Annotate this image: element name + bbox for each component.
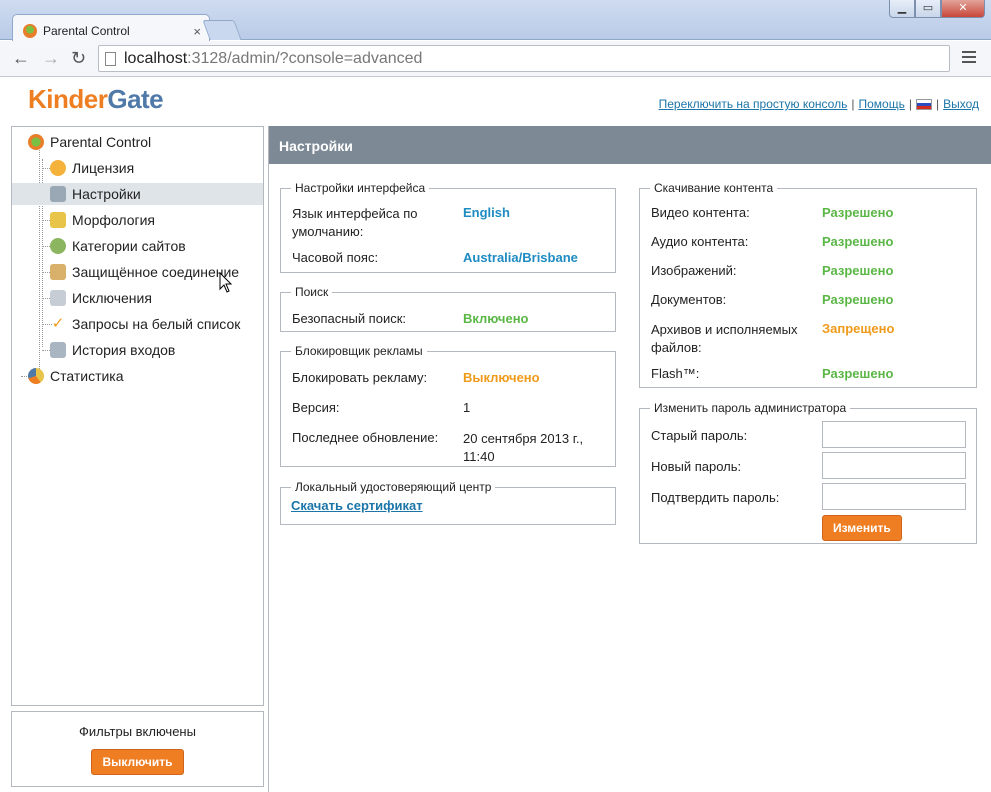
minimize-button[interactable]: ▁ [889, 0, 915, 18]
filter-status-text: Фильтры включены [79, 724, 196, 739]
license-icon [50, 160, 66, 176]
search-legend: Поиск [291, 285, 333, 299]
new-password-label: Новый пароль: [651, 459, 742, 474]
checkmark-icon: ✓ [51, 315, 65, 332]
tab-close-icon[interactable]: × [193, 24, 201, 39]
settings-content: Настройки Настройки интерфейса Язык инте… [268, 126, 991, 792]
window-titlebar: Parental Control × ▁ ▭ ✕ [0, 0, 991, 41]
safe-search-label: Безопасный поиск: [292, 311, 407, 326]
content-download-legend: Скачивание контента [650, 181, 778, 195]
morphology-icon [50, 212, 66, 228]
timezone-label: Часовой пояс: [292, 250, 379, 265]
logout-link[interactable]: Выход [943, 97, 979, 111]
hamburger-menu-icon[interactable] [962, 51, 976, 66]
address-bar[interactable]: localhost :3128/admin/?console=advanced [98, 45, 950, 72]
change-password-button[interactable]: Изменить [822, 515, 902, 541]
old-password-input[interactable] [822, 421, 966, 448]
page-icon [105, 51, 116, 66]
forward-arrow-icon[interactable]: → [42, 49, 60, 67]
interface-settings-group: Настройки интерфейса Язык интерфейса по … [280, 181, 616, 273]
flash-label: Flash™: [651, 366, 700, 381]
block-ads-value[interactable]: Выключено [463, 370, 540, 385]
last-update-value: 20 сентября 2013 г., 11:40 [463, 431, 584, 464]
version-label: Версия: [292, 400, 340, 415]
disable-filters-button[interactable]: Выключить [91, 749, 184, 775]
maximize-button[interactable]: ▭ [915, 0, 941, 18]
version-value: 1 [463, 400, 471, 415]
local-ca-legend: Локальный удостоверяющий центр [291, 480, 496, 494]
images-value[interactable]: Разрешено [822, 263, 893, 278]
content-download-group: Скачивание контента Видео контента: Разр… [639, 181, 977, 388]
tab-title: Parental Control [43, 24, 130, 38]
url-path: :3128/admin/?console=advanced [187, 49, 423, 67]
help-link[interactable]: Помощь [858, 97, 904, 111]
sidebar-item-categories[interactable]: Категории сайтов [50, 235, 263, 257]
kindergate-logo: KinderGate [28, 84, 164, 114]
page-title: Настройки [269, 126, 991, 164]
close-window-button[interactable]: ✕ [941, 0, 985, 18]
page: KinderGate Переключить на простую консол… [0, 78, 991, 792]
download-certificate-link[interactable]: Скачать сертификат [291, 498, 423, 513]
audio-label: Аудио контента: [651, 234, 749, 249]
url-host: localhost [124, 49, 188, 67]
documents-value[interactable]: Разрешено [822, 292, 893, 307]
language-value[interactable]: English [463, 205, 510, 220]
images-label: Изображений: [651, 263, 737, 278]
settings-icon [50, 186, 66, 202]
sidebar-item-settings[interactable]: Настройки [12, 183, 263, 205]
reload-icon[interactable]: ↻ [71, 49, 86, 67]
sidebar-item-statistics[interactable]: Статистика [28, 365, 124, 387]
statistics-pie-icon [28, 368, 44, 384]
exceptions-icon [50, 290, 66, 306]
video-value[interactable]: Разрешено [822, 205, 893, 220]
search-group: Поиск Безопасный поиск: Включено [280, 285, 616, 332]
confirm-password-label: Подтвердить пароль: [651, 490, 780, 505]
sidebar-item-login-history[interactable]: История входов [50, 339, 263, 361]
kindergate-favicon-icon [23, 24, 37, 38]
secure-connection-icon [50, 264, 66, 280]
language-label: Язык интерфейса по умолчанию: [292, 206, 418, 239]
confirm-password-input[interactable] [822, 483, 966, 510]
simple-console-link[interactable]: Переключить на простую консоль [659, 97, 848, 111]
sidebar-item-whitelist-requests[interactable]: ✓ Запросы на белый список [50, 313, 263, 335]
history-icon [50, 342, 66, 358]
interface-settings-legend: Настройки интерфейса [291, 181, 430, 195]
block-ads-label: Блокировать рекламу: [292, 370, 428, 385]
change-password-group: Изменить пароль администратора Старый па… [639, 401, 977, 544]
new-tab-button[interactable] [202, 20, 242, 40]
last-update-label: Последнее обновление: [292, 430, 439, 445]
safe-search-value[interactable]: Включено [463, 311, 529, 326]
adblock-group: Блокировщик рекламы Блокировать рекламу:… [280, 344, 616, 467]
top-links: Переключить на простую консоль | Помощь … [658, 97, 979, 111]
sidebar-item-license[interactable]: Лицензия [50, 157, 263, 179]
flash-value[interactable]: Разрешено [822, 366, 893, 381]
window-controls: ▁ ▭ ✕ [889, 0, 985, 18]
video-label: Видео контента: [651, 205, 750, 220]
local-ca-group: Локальный удостоверяющий центр Скачать с… [280, 480, 616, 525]
sidebar-item-morphology[interactable]: Морфология [50, 209, 263, 231]
archives-value[interactable]: Запрещено [822, 321, 894, 336]
timezone-value[interactable]: Australia/Brisbane [463, 250, 578, 265]
mouse-cursor-icon [219, 272, 233, 293]
change-password-legend: Изменить пароль администратора [650, 401, 851, 415]
browser-tab[interactable]: Parental Control × [12, 14, 210, 41]
audio-value[interactable]: Разрешено [822, 234, 893, 249]
back-arrow-icon[interactable]: ← [12, 49, 30, 67]
tree-root-parental-control[interactable]: Parental Control [28, 131, 151, 153]
parental-control-icon [28, 134, 44, 150]
browser-toolbar: ← → ↻ localhost :3128/admin/?console=adv… [0, 41, 991, 77]
new-password-input[interactable] [822, 452, 966, 479]
russian-flag-icon[interactable] [915, 98, 932, 110]
categories-icon [50, 238, 66, 254]
old-password-label: Старый пароль: [651, 428, 748, 443]
documents-label: Документов: [651, 292, 727, 307]
filter-status-panel: Фильтры включены Выключить [11, 711, 264, 787]
sidebar-tree: Parental Control Лицензия Настройки Морф… [11, 126, 264, 706]
adblock-legend: Блокировщик рекламы [291, 344, 427, 358]
archives-label: Архивов и исполняемых файлов: [651, 322, 798, 355]
